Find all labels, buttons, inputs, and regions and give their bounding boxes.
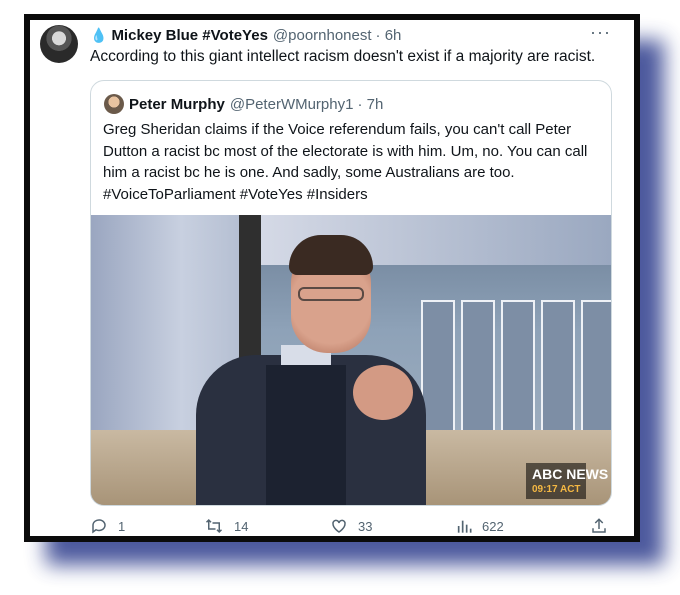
media-person-hair	[289, 235, 373, 275]
views-count: 622	[482, 518, 504, 534]
media-person-glasses	[298, 287, 364, 301]
more-options-icon[interactable]: ···	[590, 22, 611, 43]
media-window	[421, 300, 455, 434]
quote-time[interactable]: · 7h	[357, 96, 383, 113]
author-name[interactable]: Mickey Blue #VoteYes	[111, 27, 267, 44]
heart-icon	[332, 519, 346, 533]
views-icon	[457, 520, 472, 533]
tweet-actions: 1 14 33 622	[90, 517, 610, 536]
retweet-count: 14	[234, 518, 249, 534]
reply-button[interactable]: 1	[90, 517, 125, 535]
tweet-card[interactable]: 💧 Mickey Blue #VoteYes @poornhonest · 6h…	[30, 20, 634, 536]
tweet-header: 💧 Mickey Blue #VoteYes @poornhonest · 6h	[90, 25, 401, 45]
avatar[interactable]	[40, 25, 78, 63]
retweet-button[interactable]: 14	[204, 517, 248, 535]
media-window	[501, 300, 535, 434]
media-person-sweater	[266, 365, 346, 505]
tweet-time[interactable]: · 6h	[376, 27, 402, 44]
reply-count: 1	[118, 518, 126, 534]
quoted-tweet[interactable]: Peter Murphy @PeterWMurphy1 · 7h Greg Sh…	[90, 80, 612, 506]
broadcast-time: 09:17 ACT	[532, 484, 581, 495]
quote-header: Peter Murphy @PeterWMurphy1 · 7h	[129, 94, 383, 114]
quote-author-handle[interactable]: @PeterWMurphy1	[230, 96, 354, 113]
quote-text: Greg Sheridan claims if the Voice refere…	[103, 121, 588, 203]
share-button[interactable]	[590, 517, 618, 535]
reply-icon	[92, 519, 106, 534]
quote-media-image[interactable]: ABC NEWS 09:17 ACT	[91, 215, 611, 505]
quote-author-name[interactable]: Peter Murphy	[129, 96, 225, 113]
views-button[interactable]: 622	[456, 517, 504, 535]
media-window	[581, 300, 611, 434]
quote-avatar[interactable]	[104, 94, 124, 114]
media-person-hand	[353, 365, 413, 420]
like-button[interactable]: 33	[330, 517, 372, 535]
abc-news-watermark: ABC NEWS 09:17 ACT	[526, 463, 608, 499]
abc-news-logo: ABC NEWS	[532, 466, 609, 482]
media-window	[541, 300, 575, 434]
water-drop-icon: 💧	[90, 26, 108, 43]
media-window	[461, 300, 495, 434]
retweet-icon	[205, 518, 223, 534]
tweet-text: According to this giant intellect racism…	[90, 48, 596, 65]
share-icon	[592, 518, 606, 533]
author-handle[interactable]: @poornhonest	[273, 27, 372, 44]
like-count: 33	[358, 518, 373, 534]
